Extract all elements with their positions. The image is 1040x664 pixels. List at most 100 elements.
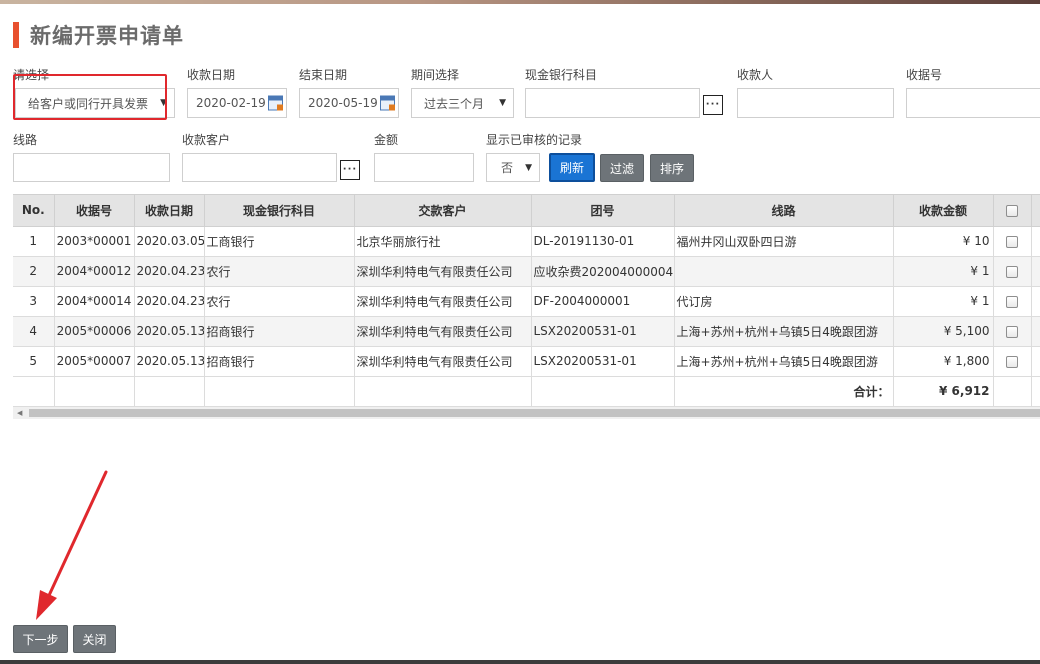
cell-extra	[1031, 226, 1040, 257]
cell-bank: 招商银行	[204, 346, 355, 377]
cell-bank: 农行	[204, 256, 355, 287]
cell-extra	[1031, 346, 1040, 377]
cell-route	[674, 256, 894, 287]
cell-amount: ¥ 1	[893, 286, 994, 317]
receipts-grid: No. 收据号 收款日期 现金银行科目 交款客户 团号 线路 收款金额 1 20…	[13, 194, 1040, 407]
cell-empty	[13, 376, 55, 407]
total-row: 合计： ¥ 6,912	[13, 376, 1040, 407]
select-all-checkbox[interactable]	[1006, 204, 1018, 217]
cell-no: 5	[13, 346, 55, 377]
col-select-all[interactable]	[993, 195, 1032, 227]
audited-select[interactable]: 否 ▼	[486, 153, 540, 182]
col-no[interactable]: No.	[13, 195, 55, 227]
payee-label: 收款人	[737, 68, 774, 82]
bank-input[interactable]	[525, 88, 700, 118]
calendar-icon[interactable]	[268, 95, 283, 111]
col-date[interactable]: 收款日期	[134, 195, 205, 227]
title-accent-bar	[13, 22, 19, 48]
receipt-input[interactable]	[906, 88, 1040, 118]
sort-button[interactable]: 排序	[650, 154, 694, 182]
customer-lookup-icon[interactable]: ···	[340, 160, 360, 180]
col-receipt[interactable]: 收据号	[54, 195, 135, 227]
cell-date: 2020.05.13	[134, 316, 205, 347]
cell-customer: 深圳华利特电气有限责任公司	[354, 346, 532, 377]
scrollbar-thumb[interactable]	[29, 409, 1040, 417]
invoice-type-select[interactable]: 给客户或同行开具发票 ▼	[15, 88, 175, 118]
col-bank[interactable]: 现金银行科目	[204, 195, 355, 227]
table-row[interactable]: 2 2004*00012 2020.04.23 农行 深圳华利特电气有限责任公司…	[13, 256, 1040, 287]
end-date-value: 2020-05-19	[308, 96, 378, 110]
cell-route: 上海+苏州+杭州+乌镇5日4晚跟团游	[674, 316, 894, 347]
col-extra	[1031, 195, 1040, 227]
cell-receipt: 2004*00012	[54, 256, 135, 287]
cell-group: DL-20191130-01	[531, 226, 675, 257]
payee-input[interactable]	[737, 88, 894, 118]
end-date-input[interactable]: 2020-05-19	[299, 88, 399, 118]
cell-date: 2020.04.23	[134, 286, 205, 317]
cell-select[interactable]	[993, 256, 1032, 287]
cell-no: 4	[13, 316, 55, 347]
cell-group: LSX20200531-01	[531, 346, 675, 377]
receipt-label: 收据号	[906, 68, 943, 82]
cell-no: 2	[13, 256, 55, 287]
filter-button[interactable]: 过滤	[600, 154, 644, 182]
table-row[interactable]: 4 2005*00006 2020.05.13 招商银行 深圳华利特电气有限责任…	[13, 316, 1040, 347]
period-value: 过去三个月	[424, 96, 485, 111]
table-row[interactable]: 1 2003*00001 2020.03.05 工商银行 北京华丽旅行社 DL-…	[13, 226, 1040, 257]
cell-bank: 招商银行	[204, 316, 355, 347]
audited-value: 否	[501, 161, 514, 175]
end-date-label: 结束日期	[299, 68, 348, 82]
scroll-left-icon[interactable]: ◀	[17, 409, 22, 417]
row-checkbox[interactable]	[1006, 325, 1018, 338]
refresh-button[interactable]: 刷新	[549, 153, 595, 182]
cell-bank: 农行	[204, 286, 355, 317]
customer-input[interactable]	[182, 153, 337, 182]
bank-lookup-icon[interactable]: ···	[703, 95, 723, 115]
next-step-button[interactable]: 下一步	[13, 625, 68, 653]
total-label: 合计：	[674, 376, 894, 407]
cell-bank: 工商银行	[204, 226, 355, 257]
route-input[interactable]	[13, 153, 170, 182]
row-checkbox[interactable]	[1006, 295, 1018, 308]
top-decor-strip	[0, 0, 1040, 4]
table-row[interactable]: 5 2005*00007 2020.05.13 招商银行 深圳华利特电气有限责任…	[13, 346, 1040, 377]
cell-route: 上海+苏州+杭州+乌镇5日4晚跟团游	[674, 346, 894, 377]
cell-select[interactable]	[993, 346, 1032, 377]
cell-no: 3	[13, 286, 55, 317]
col-route[interactable]: 线路	[674, 195, 894, 227]
cell-customer: 北京华丽旅行社	[354, 226, 532, 257]
bottom-decor-strip	[0, 660, 1040, 664]
col-customer[interactable]: 交款客户	[354, 195, 532, 227]
col-group[interactable]: 团号	[531, 195, 675, 227]
col-amount[interactable]: 收款金额	[893, 195, 994, 227]
row-checkbox[interactable]	[1006, 265, 1018, 278]
cell-receipt: 2003*00001	[54, 226, 135, 257]
chevron-down-icon: ▼	[160, 98, 167, 108]
chevron-down-icon: ▼	[499, 98, 506, 108]
cell-no: 1	[13, 226, 55, 257]
route-label: 线路	[13, 133, 38, 147]
cell-customer: 深圳华利特电气有限责任公司	[354, 256, 532, 287]
cell-select[interactable]	[993, 226, 1032, 257]
cell-select[interactable]	[993, 286, 1032, 317]
row-checkbox[interactable]	[1006, 355, 1018, 368]
row-checkbox[interactable]	[1006, 235, 1018, 248]
cell-empty	[993, 376, 1032, 407]
amount-input[interactable]	[374, 153, 474, 182]
cell-group: 应收杂费202004000004	[531, 256, 675, 287]
period-select[interactable]: 过去三个月 ▼	[411, 88, 514, 118]
table-header: No. 收据号 收款日期 现金银行科目 交款客户 团号 线路 收款金额	[13, 195, 1040, 227]
cell-select[interactable]	[993, 316, 1032, 347]
calendar-icon[interactable]	[380, 95, 395, 111]
cell-group: LSX20200531-01	[531, 316, 675, 347]
cell-amount: ¥ 1	[893, 256, 994, 287]
start-date-value: 2020-02-19	[196, 96, 266, 110]
period-label: 期间选择	[411, 68, 460, 82]
cell-receipt: 2005*00007	[54, 346, 135, 377]
cell-amount: ¥ 1,800	[893, 346, 994, 377]
horizontal-scrollbar[interactable]: ◀	[13, 407, 1040, 419]
customer-label: 收款客户	[182, 133, 231, 147]
start-date-input[interactable]: 2020-02-19	[187, 88, 287, 118]
table-row[interactable]: 3 2004*00014 2020.04.23 农行 深圳华利特电气有限责任公司…	[13, 286, 1040, 317]
close-button[interactable]: 关闭	[73, 625, 116, 653]
